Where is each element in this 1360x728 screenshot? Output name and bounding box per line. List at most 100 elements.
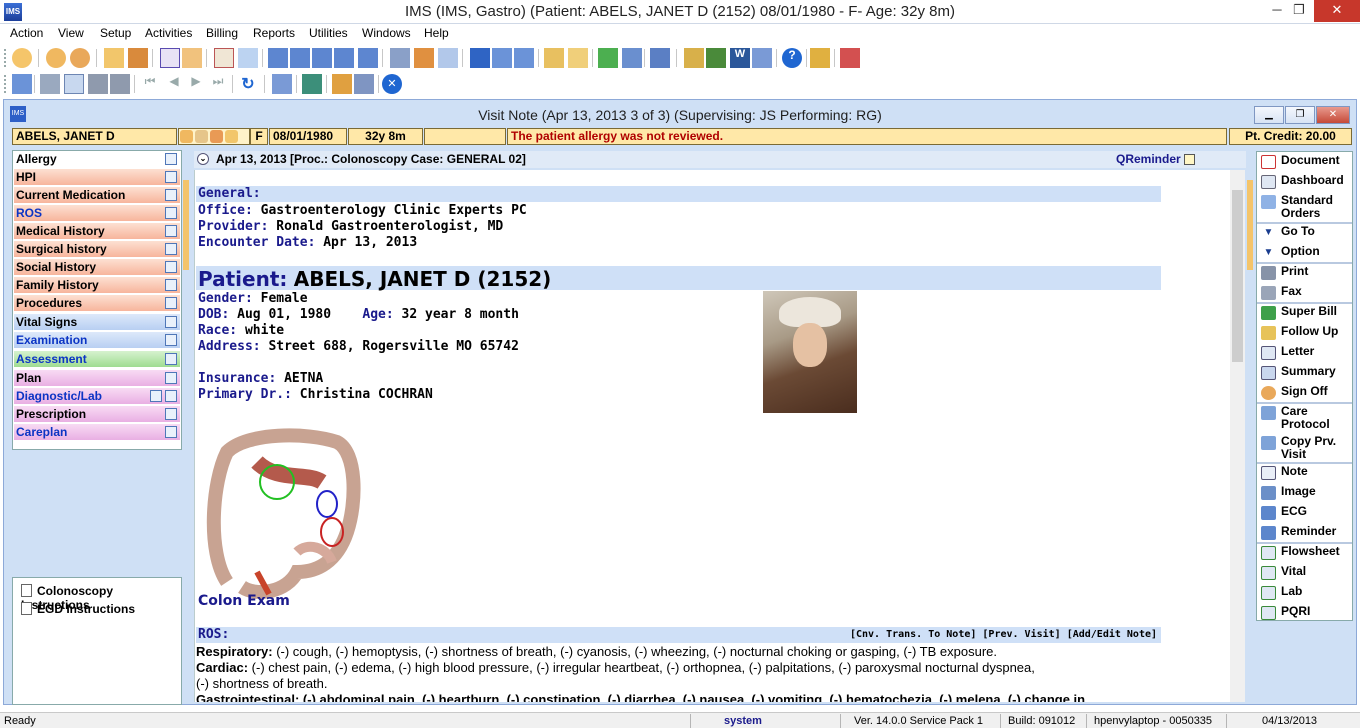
settings-icon[interactable] (40, 74, 60, 94)
chart-icon[interactable] (128, 48, 148, 68)
calendar-icon[interactable] (390, 48, 410, 68)
menu-setup[interactable]: Setup (100, 26, 131, 40)
nav-allergy[interactable]: Allergy (14, 151, 180, 168)
menu-help[interactable]: Help (424, 26, 449, 40)
nav-ros[interactable]: ROS (14, 205, 180, 222)
summary-button[interactable]: Summary (1259, 365, 1351, 380)
nav-careplan[interactable]: Careplan (14, 424, 180, 441)
box-open-icon[interactable] (514, 48, 534, 68)
letter-button[interactable]: Letter (1259, 345, 1351, 360)
qreminder-checkbox[interactable] (1184, 154, 1195, 165)
fax-visit-icon[interactable] (110, 74, 130, 94)
menu-action[interactable]: Action (10, 26, 43, 40)
first-record-icon[interactable]: ⏮ (140, 74, 160, 94)
menu-windows[interactable]: Windows (362, 26, 411, 40)
reminder-button[interactable]: Reminder (1259, 525, 1351, 540)
print-button[interactable]: Print (1259, 265, 1351, 280)
nav-plan[interactable]: Plan (14, 370, 180, 387)
nav-examination[interactable]: Examination (14, 332, 180, 349)
menu-utilities[interactable]: Utilities (309, 26, 348, 40)
nav-surgical-history[interactable]: Surgical history (14, 241, 180, 258)
document-scrollbar[interactable] (1230, 170, 1245, 702)
restore-button[interactable]: ❐ (1284, 0, 1314, 22)
section-edit-icon[interactable] (165, 261, 177, 273)
notes-icon[interactable] (544, 48, 564, 68)
dashboard-button[interactable]: Dashboard (1259, 174, 1351, 189)
box-icon[interactable] (492, 48, 512, 68)
nav-diagnostic-lab[interactable]: Diagnostic/Lab (14, 388, 180, 405)
care-protocol-button[interactable]: Care Protocol (1259, 405, 1351, 431)
goto-button[interactable]: ▼ Go To (1259, 225, 1351, 239)
next-record-icon[interactable]: ▶ (186, 74, 206, 94)
download-icon[interactable] (302, 74, 322, 94)
right-panel-splitter[interactable] (1247, 180, 1253, 270)
patient-edit-icon[interactable] (70, 48, 90, 68)
print-visit-icon[interactable] (88, 74, 108, 94)
word-icon[interactable]: W (730, 48, 750, 68)
section-edit-icon[interactable] (165, 408, 177, 420)
network-settings-icon[interactable] (334, 48, 354, 68)
nav-prescription[interactable]: Prescription (14, 406, 180, 423)
task-list-icon[interactable] (438, 48, 458, 68)
section-edit-icon[interactable] (165, 353, 177, 365)
option-button[interactable]: ▼ Option (1259, 245, 1351, 259)
section-edit-icon[interactable] (165, 372, 177, 384)
nav-social-history[interactable]: Social History (14, 259, 180, 276)
sign-off-button[interactable]: Sign Off (1259, 385, 1351, 400)
patient-search-icon[interactable] (46, 48, 66, 68)
copy-prev-visit-button[interactable]: Copy Prv. Visit (1259, 435, 1351, 461)
vital-button[interactable]: Vital (1259, 565, 1351, 580)
section-edit-icon[interactable] (165, 390, 177, 402)
left-panel-splitter[interactable] (183, 180, 189, 270)
scrollbar-thumb[interactable] (1232, 190, 1243, 362)
transfer-icon[interactable] (268, 48, 288, 68)
exit-icon[interactable] (840, 48, 860, 68)
section-edit-icon[interactable] (165, 334, 177, 346)
section-edit-icon[interactable] (165, 189, 177, 201)
image-button[interactable]: Image (1259, 485, 1351, 500)
lab-flask-icon[interactable] (182, 48, 202, 68)
group-icon[interactable] (414, 48, 434, 68)
patient-info-icon[interactable] (180, 130, 193, 143)
refresh-icon[interactable]: ↻ (238, 74, 258, 94)
nav-procedures[interactable]: Procedures (14, 295, 180, 312)
pqri-button[interactable]: PQRI (1259, 605, 1351, 620)
close-button[interactable]: ✕ (1314, 0, 1360, 22)
menu-reports[interactable]: Reports (253, 26, 295, 40)
building-icon[interactable] (650, 48, 670, 68)
close-visit-icon[interactable]: ✕ (382, 74, 402, 94)
network-connect-icon[interactable] (358, 48, 378, 68)
menu-view[interactable]: View (58, 26, 84, 40)
document-button[interactable]: Document (1259, 154, 1351, 169)
refresh-data-icon[interactable] (706, 48, 726, 68)
toolbar-grip[interactable] (4, 49, 7, 67)
section-edit-icon[interactable] (165, 171, 177, 183)
note-button[interactable]: Note (1259, 465, 1351, 480)
last-record-icon[interactable]: ⏭ (208, 74, 228, 94)
open-visit-icon[interactable] (12, 74, 32, 94)
insurance-icon[interactable] (225, 130, 238, 143)
ecg-button[interactable]: ECG (1259, 505, 1351, 520)
send-icon[interactable] (470, 48, 490, 68)
lab-order-icon[interactable] (150, 390, 162, 402)
contacts-icon[interactable] (210, 130, 223, 143)
nav-vital-signs[interactable]: Vital Signs (14, 314, 180, 331)
documents-icon[interactable] (238, 48, 258, 68)
visit-restore-button[interactable]: ❐ (1285, 106, 1315, 124)
bar-chart-icon[interactable] (598, 48, 618, 68)
instruction-egd[interactable]: EGD Instructions (21, 602, 135, 616)
nav-hpi[interactable]: HPI (14, 169, 180, 186)
section-edit-icon[interactable] (165, 426, 177, 438)
follow-up-button[interactable]: Follow Up (1259, 325, 1351, 340)
section-edit-icon[interactable] (165, 316, 177, 328)
edit-note-icon[interactable] (568, 48, 588, 68)
patient-photo[interactable] (763, 291, 857, 413)
section-edit-icon[interactable] (165, 279, 177, 291)
report-icon[interactable] (622, 48, 642, 68)
nav-medical-history[interactable]: Medical History (14, 223, 180, 240)
collapse-chevron-icon[interactable]: ⌄ (197, 153, 209, 165)
family-icon[interactable] (195, 130, 208, 143)
fax-button[interactable]: Fax (1259, 285, 1351, 300)
document-icon[interactable] (214, 48, 234, 68)
section-edit-icon[interactable] (165, 225, 177, 237)
